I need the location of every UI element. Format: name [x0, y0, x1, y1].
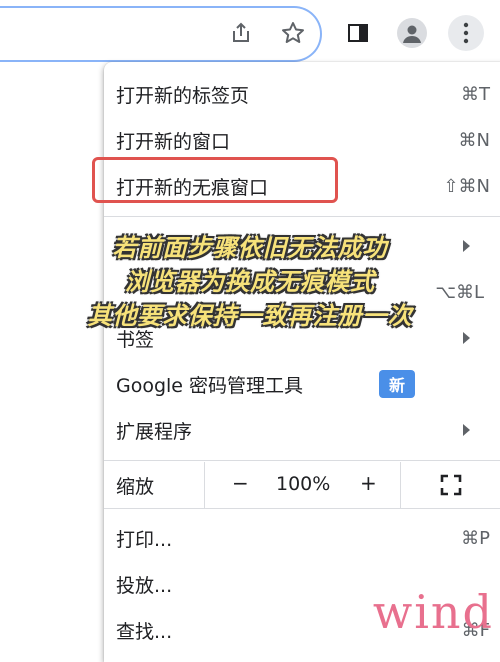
star-icon[interactable] [280, 20, 306, 46]
menu-item-password-manager[interactable]: Google 密码管理工具 新 [104, 364, 500, 404]
shortcut-label: ⌘P [461, 527, 490, 549]
highlight-box [92, 157, 338, 203]
new-badge: 新 [379, 370, 415, 398]
menu-item-label: 投放... [116, 574, 173, 597]
menu-item-new-window[interactable]: 打开新的窗口 ⌘N [104, 120, 500, 160]
zoom-label: 缩放 [116, 476, 155, 498]
chrome-menu: 打开新的标签页 ⌘T 打开新的窗口 ⌘N 打开新的无痕窗口 ⇧⌘N ⌥⌘L 书签… [104, 62, 500, 662]
caption-line: 浏览器为换成无痕模式 [125, 268, 375, 296]
menu-item-label: 打开新的标签页 [116, 84, 250, 107]
share-icon[interactable] [228, 20, 254, 46]
shortcut-label: ⌘N [458, 129, 490, 151]
zoom-level: 100% [276, 473, 331, 495]
shortcut-label: ⌘T [461, 83, 490, 105]
fullscreen-icon[interactable] [440, 474, 462, 496]
menu-item-label: 扩展程序 [116, 420, 193, 443]
menu-item-label: 打开新的窗口 [116, 130, 231, 153]
menu-item-print[interactable]: 打印... ⌘P [104, 518, 500, 558]
address-bar[interactable] [0, 6, 322, 62]
menu-divider [104, 508, 500, 509]
menu-item-extensions[interactable]: 扩展程序 [104, 410, 500, 450]
menu-divider [104, 216, 500, 217]
zoom-out-button[interactable]: − [232, 471, 249, 495]
profile-icon[interactable] [397, 18, 427, 48]
caption-line: 若前面步骤依旧无法成功 [112, 234, 388, 262]
chevron-right-icon [463, 424, 470, 436]
menu-item-label: Google 密码管理工具 [116, 374, 304, 397]
zoom-row: 缩放 − 100% + [104, 462, 500, 508]
menu-divider [104, 460, 500, 461]
more-menu-icon[interactable] [448, 15, 484, 51]
menu-item-new-tab[interactable]: 打开新的标签页 ⌘T [104, 74, 500, 114]
side-panel-icon[interactable] [345, 20, 371, 46]
chevron-right-icon [463, 332, 470, 344]
menu-item-label: 查找... [116, 620, 173, 643]
zoom-in-button[interactable]: + [360, 471, 377, 495]
caption-line: 其他要求保持一致再注册一次 [87, 302, 413, 330]
watermark: wind [372, 585, 494, 639]
shortcut-label: ⇧⌘N [443, 175, 490, 197]
menu-item-label: 打印... [116, 528, 173, 551]
